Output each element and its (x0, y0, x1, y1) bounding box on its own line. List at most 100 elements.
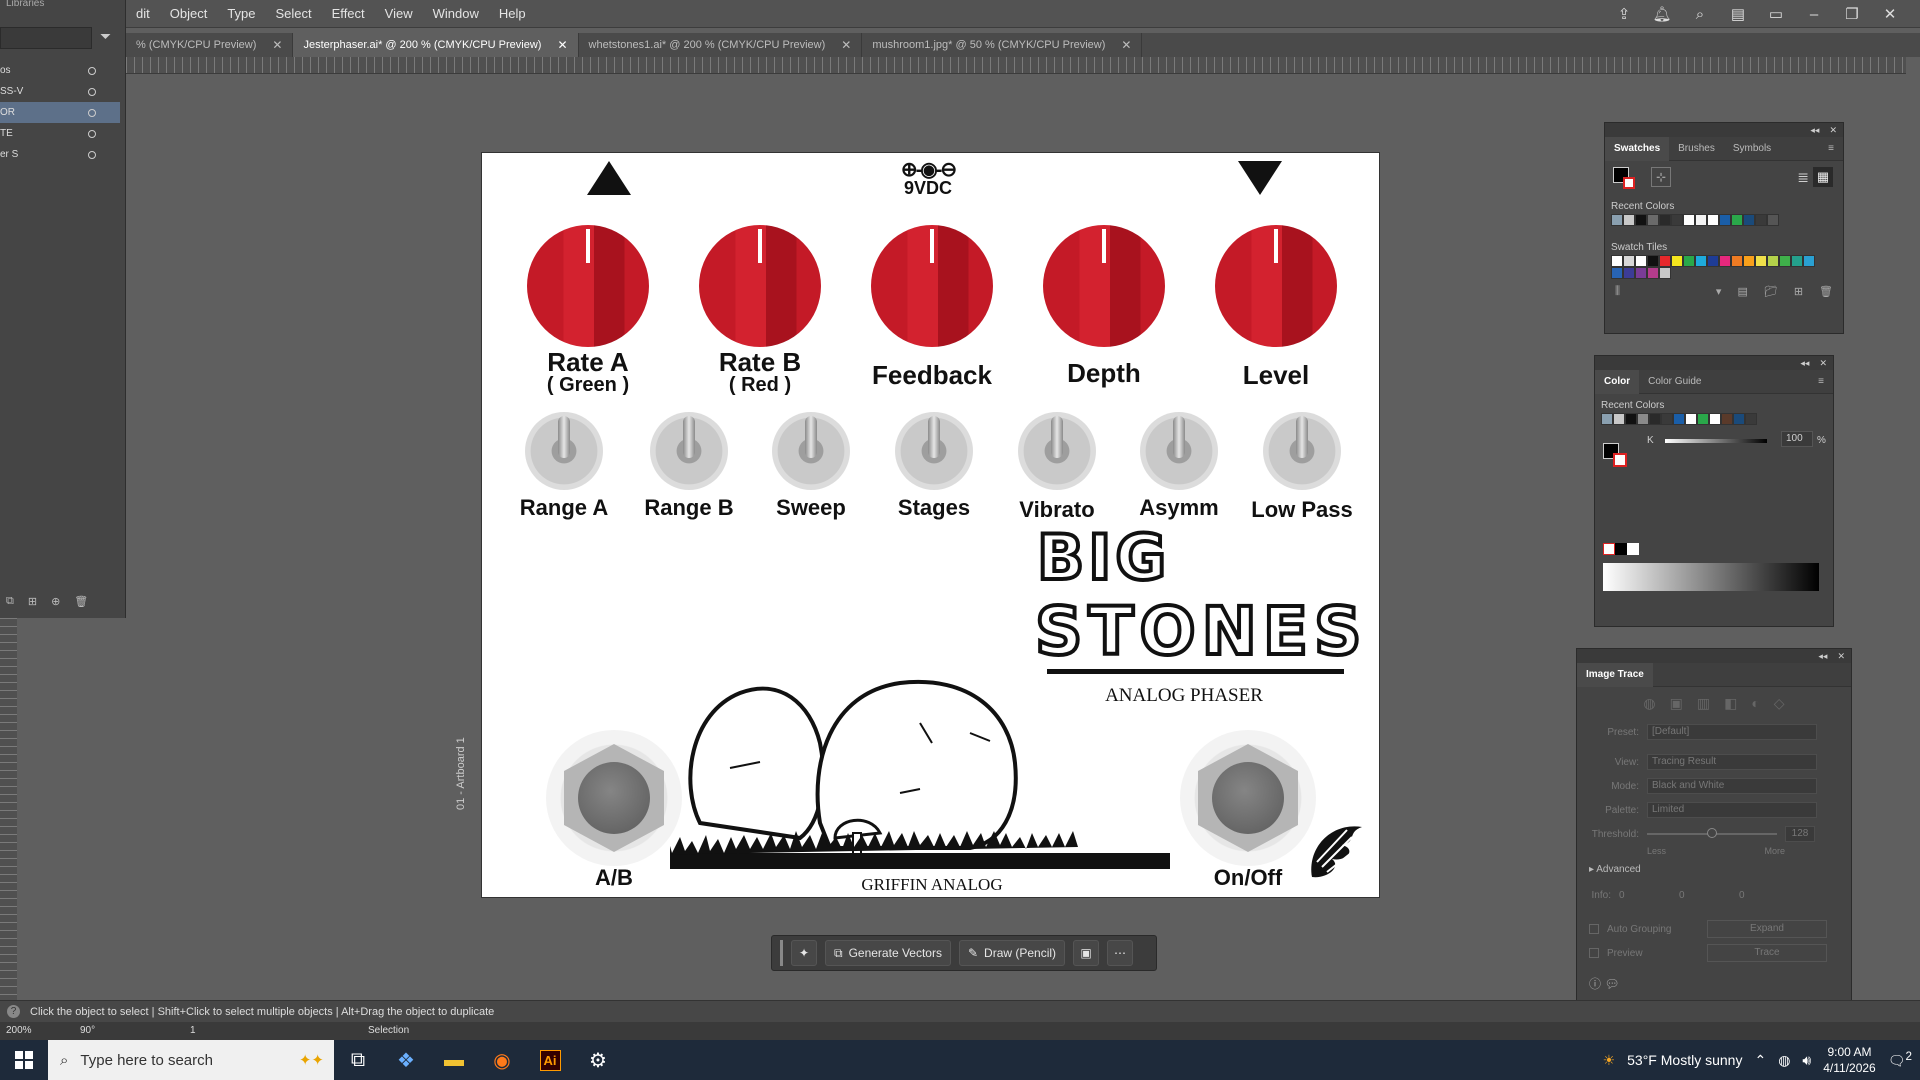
list-item[interactable]: er S (0, 144, 120, 165)
knob-rate-a[interactable] (527, 225, 649, 347)
view-select[interactable]: Tracing Result (1647, 754, 1817, 770)
grid-view-icon[interactable]: ▦ (1813, 167, 1833, 187)
trash-icon[interactable]: 🗑︎ (1819, 285, 1833, 298)
knob-depth[interactable] (1043, 225, 1165, 347)
black-swatch[interactable] (1615, 543, 1627, 555)
horizontal-ruler[interactable] (126, 57, 1906, 74)
color-swatch[interactable] (1671, 255, 1683, 267)
color-swatch[interactable] (1647, 255, 1659, 267)
stroke-swatch[interactable] (1613, 453, 1627, 467)
close-icon[interactable]: ✕ (1829, 123, 1837, 137)
close-icon[interactable]: ✕ (557, 38, 567, 52)
color-swatch[interactable] (1659, 214, 1671, 226)
white-swatch[interactable] (1627, 543, 1639, 555)
tab-color-guide[interactable]: Color Guide (1639, 376, 1710, 387)
list-item[interactable]: os (0, 60, 120, 81)
color-swatch[interactable] (1623, 255, 1635, 267)
color-swatch[interactable] (1613, 413, 1625, 425)
close-icon[interactable]: ✕ (841, 38, 851, 52)
vertical-ruler[interactable] (0, 618, 17, 1000)
color-swatch[interactable] (1743, 255, 1755, 267)
settings-icon[interactable]: ⚙ (574, 1040, 622, 1080)
jack-right[interactable] (1180, 730, 1316, 866)
start-button[interactable] (0, 1040, 48, 1080)
color-swatch[interactable] (1731, 255, 1743, 267)
color-swatch[interactable] (1611, 267, 1623, 279)
share-icon[interactable]: ⇪ (1614, 4, 1634, 24)
generate-vectors-button[interactable]: ⧉ Generate Vectors (825, 940, 951, 966)
color-swatch[interactable] (1779, 255, 1791, 267)
trace-button[interactable]: Trace (1707, 944, 1827, 962)
comment-icon[interactable]: 💬︎ (1604, 977, 1619, 991)
menu-effect[interactable]: Effect (322, 6, 375, 21)
color-swatch[interactable] (1611, 214, 1623, 226)
color-swatch[interactable] (1697, 413, 1709, 425)
toggle-asymm[interactable] (1140, 412, 1218, 490)
color-swatch[interactable] (1625, 413, 1637, 425)
color-swatch[interactable] (1683, 255, 1695, 267)
color-swatch[interactable] (1721, 413, 1733, 425)
more-options-icon[interactable]: ⋯ (1107, 940, 1134, 966)
list-item[interactable]: TE (0, 123, 120, 144)
help-icon[interactable]: ? (7, 1005, 20, 1018)
color-swatch[interactable] (1755, 214, 1767, 226)
swatch-options-icon[interactable]: ⊹ (1651, 167, 1671, 187)
toggle-low-pass[interactable] (1263, 412, 1341, 490)
show-kinds-icon[interactable]: ▾ (1716, 285, 1722, 298)
menu-select[interactable]: Select (266, 6, 322, 21)
taskbar-search-input[interactable]: ⌕ Type here to search ✦✦ (48, 1040, 334, 1080)
color-swatch[interactable] (1647, 214, 1659, 226)
artboard-number-input[interactable]: 1 (190, 1024, 230, 1038)
color-swatch[interactable] (1695, 255, 1707, 267)
knob-feedback[interactable] (871, 225, 993, 347)
toggle-sweep[interactable] (772, 412, 850, 490)
color-swatch[interactable] (1635, 267, 1647, 279)
collapse-icon[interactable]: ◂◂ (1800, 356, 1809, 370)
knob-rate-b[interactable] (699, 225, 821, 347)
file-explorer-icon[interactable]: ▬ (430, 1040, 478, 1080)
menu-window[interactable]: Window (423, 6, 489, 21)
color-swatch[interactable] (1791, 255, 1803, 267)
minimize-icon[interactable]: – (1804, 4, 1824, 24)
add-layer-icon[interactable]: ⊞ (28, 595, 37, 608)
black-white-icon[interactable]: ◐ (1751, 695, 1759, 712)
visibility-icon[interactable] (88, 87, 96, 96)
restore-icon[interactable]: ❐ (1842, 4, 1862, 24)
visibility-icon[interactable] (88, 129, 96, 138)
color-swatch[interactable] (1695, 214, 1707, 226)
libraries-search-input[interactable] (0, 27, 92, 49)
visibility-icon[interactable] (88, 108, 96, 117)
visibility-icon[interactable] (88, 150, 96, 159)
copilot-icon[interactable]: ❖ (382, 1040, 430, 1080)
expand-button[interactable]: Expand (1707, 920, 1827, 938)
swatch-options-icon[interactable]: ▤ (1737, 285, 1747, 298)
color-swatch[interactable] (1623, 214, 1635, 226)
auto-color-icon[interactable]: ◍ (1643, 695, 1655, 712)
k-slider[interactable] (1665, 439, 1767, 443)
tab-jesterphaser[interactable]: Jesterphaser.ai* @ 200 % (CMYK/CPU Previ… (293, 33, 579, 57)
advanced-toggle[interactable]: ▸ Advanced (1577, 856, 1851, 883)
menu-help[interactable]: Help (489, 6, 536, 21)
image-settings-icon[interactable]: ▣ (1073, 940, 1100, 966)
rotate-view-select[interactable]: 90° (80, 1024, 130, 1038)
tray-chevron-icon[interactable]: ⌃ (1754, 1052, 1766, 1069)
zoom-level-select[interactable]: 200% (6, 1024, 66, 1038)
tab-document-1[interactable]: % (CMYK/CPU Preview) ✕ (126, 33, 294, 57)
color-swatch[interactable] (1659, 267, 1671, 279)
color-swatch[interactable] (1767, 214, 1779, 226)
new-item-icon[interactable]: ⊕ (51, 595, 60, 608)
toggle-stages[interactable] (895, 412, 973, 490)
tab-whetstones[interactable]: whetstones1.ai* @ 200 % (CMYK/CPU Previe… (579, 33, 863, 57)
color-swatch[interactable] (1685, 413, 1697, 425)
clock[interactable]: 9:00 AM 4/11/2026 (1823, 1044, 1876, 1076)
new-swatch-icon[interactable]: ⊞ (1794, 285, 1803, 298)
mode-select[interactable]: Black and White (1647, 778, 1817, 794)
stroke-swatch[interactable] (1623, 177, 1635, 189)
color-swatch[interactable] (1647, 267, 1659, 279)
color-swatch[interactable] (1707, 255, 1719, 267)
color-swatch[interactable] (1733, 413, 1745, 425)
color-spectrum[interactable] (1603, 563, 1819, 591)
color-swatch[interactable] (1623, 267, 1635, 279)
color-swatch[interactable] (1745, 413, 1757, 425)
color-swatch[interactable] (1767, 255, 1779, 267)
